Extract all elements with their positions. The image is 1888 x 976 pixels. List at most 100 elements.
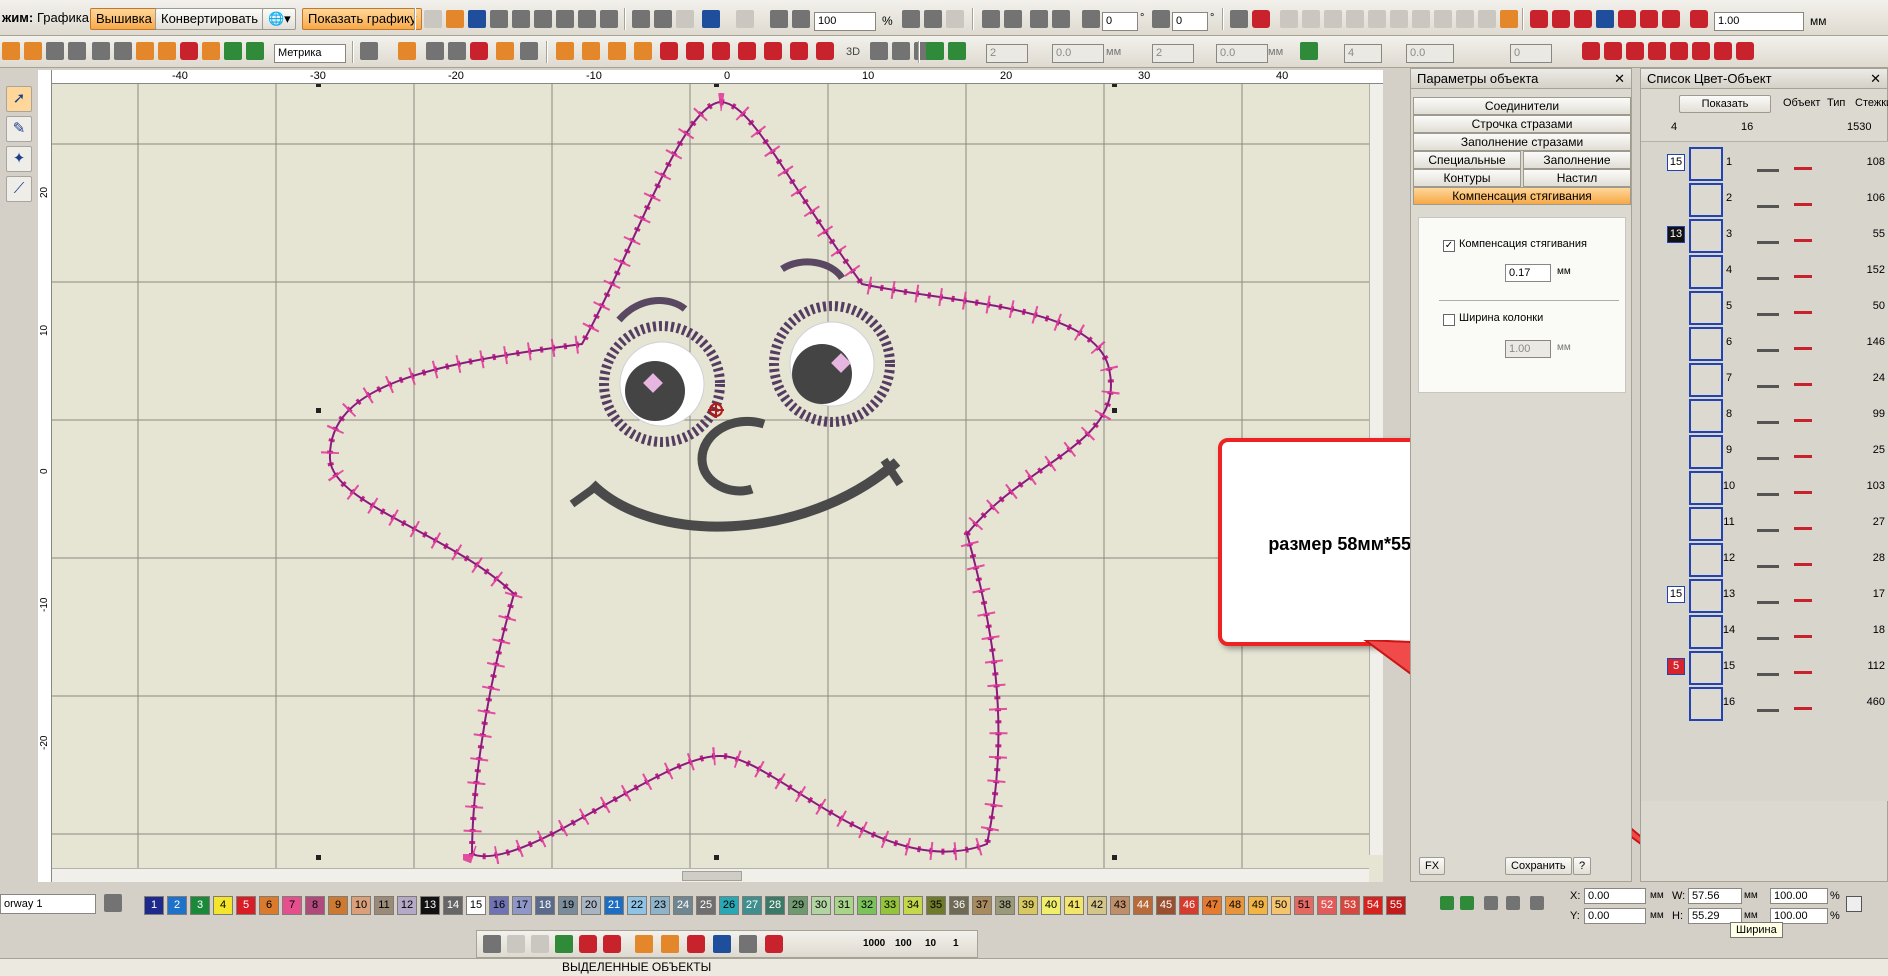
list-item[interactable]: 8 99 xyxy=(1649,398,1887,434)
color-swatch[interactable]: 46 xyxy=(1179,896,1199,915)
color-swatch[interactable]: 34 xyxy=(903,896,923,915)
embroidery-mode-button[interactable]: Вышивка xyxy=(90,8,158,30)
object-thumbnail[interactable] xyxy=(1689,219,1723,253)
color-swatch[interactable]: 26 xyxy=(719,896,739,915)
color-swatch[interactable]: 2 xyxy=(167,896,187,915)
color-tool-icon-1[interactable] xyxy=(1484,896,1498,910)
spacing-input[interactable]: 1.00 xyxy=(1714,12,1804,31)
zoom-icon[interactable] xyxy=(770,10,788,28)
color-tool-icon-3[interactable] xyxy=(1530,896,1544,910)
cut-thread-icon[interactable] xyxy=(579,935,597,953)
cluster-icon-3[interactable] xyxy=(1324,10,1342,28)
effect-input-7[interactable]: 0 xyxy=(1510,44,1552,63)
effect-input-1[interactable]: 2 xyxy=(986,44,1028,63)
stitch-type-icon-2[interactable] xyxy=(582,42,600,60)
color-swatch[interactable]: 45 xyxy=(1156,896,1176,915)
stop-icon[interactable] xyxy=(603,935,621,953)
stitch-play-icon-5[interactable] xyxy=(739,935,757,953)
effect-input-2[interactable]: 0.0 xyxy=(1052,44,1104,63)
format-icon-4[interactable] xyxy=(448,42,466,60)
embroidery-tool-icon-2[interactable] xyxy=(24,42,42,60)
list-item[interactable]: 14 18 xyxy=(1649,614,1887,650)
color-swatch[interactable]: 53 xyxy=(1340,896,1360,915)
save-button[interactable]: Сохранить xyxy=(1505,857,1572,875)
color-swatch[interactable]: 9 xyxy=(328,896,348,915)
outline-icon[interactable] xyxy=(555,935,573,953)
add-color-icon[interactable] xyxy=(1440,896,1454,910)
list-item[interactable]: 10 103 xyxy=(1649,470,1887,506)
stitch-type-icon-13[interactable] xyxy=(892,42,910,60)
embroidery-tool-icon-5[interactable] xyxy=(92,42,110,60)
slant-icon[interactable] xyxy=(1152,10,1170,28)
reshape-tool-icon[interactable]: ✎ xyxy=(6,116,32,142)
embroidery-tool-icon-7[interactable] xyxy=(158,42,176,60)
scroll-thumb[interactable] xyxy=(682,871,742,881)
stitch-type-icon-5[interactable] xyxy=(660,42,678,60)
machine-icon[interactable] xyxy=(556,10,574,28)
zoom-out-icon[interactable] xyxy=(792,10,810,28)
sequence-icon[interactable] xyxy=(483,935,501,953)
embroidery-tool-icon-9[interactable] xyxy=(202,42,220,60)
color-swatch[interactable]: 21 xyxy=(604,896,624,915)
mirror-h-icon[interactable] xyxy=(982,10,1000,28)
object-thumbnail[interactable] xyxy=(1689,435,1723,469)
color-seq-icon-5[interactable] xyxy=(1618,10,1636,28)
color-swatch[interactable]: 14 xyxy=(443,896,463,915)
color-seq-icon-4[interactable] xyxy=(1596,10,1614,28)
step-1000[interactable]: 1000 xyxy=(863,938,885,949)
stitch-play-icon-3[interactable] xyxy=(687,935,705,953)
tab-special[interactable]: Специальные xyxy=(1413,151,1521,169)
color-swatch[interactable]: 3 xyxy=(190,896,210,915)
tab-underlay[interactable]: Настил xyxy=(1523,169,1631,187)
color-swatch[interactable]: 5 xyxy=(236,896,256,915)
list-item[interactable]: 6 146 xyxy=(1649,326,1887,362)
object-thumbnail[interactable] xyxy=(1689,543,1723,577)
grid-icon[interactable] xyxy=(114,42,132,60)
color-swatch[interactable]: 54 xyxy=(1363,896,1383,915)
design-area[interactable] xyxy=(52,84,1383,869)
object-thumbnail[interactable] xyxy=(1689,651,1723,685)
tab-fill[interactable]: Заполнение xyxy=(1523,151,1631,169)
effect-icon-1[interactable] xyxy=(926,42,944,60)
color-swatch[interactable]: 1 xyxy=(144,896,164,915)
stitch-type-icon-11[interactable] xyxy=(816,42,834,60)
format-icon-3[interactable] xyxy=(426,42,444,60)
fill-icon-5[interactable] xyxy=(1670,42,1688,60)
compensation-input[interactable]: 0.17 xyxy=(1505,264,1551,282)
list-item[interactable]: 12 28 xyxy=(1649,542,1887,578)
object-thumbnail[interactable] xyxy=(1689,615,1723,649)
color-swatch[interactable]: 44 xyxy=(1133,896,1153,915)
color-swatch[interactable]: 16 xyxy=(489,896,509,915)
help-button[interactable]: ? xyxy=(1573,857,1592,875)
format-icon-5[interactable] xyxy=(470,42,488,60)
color-swatch[interactable]: 6 xyxy=(259,896,279,915)
color-swatch[interactable]: 11 xyxy=(374,896,394,915)
applique-icon[interactable] xyxy=(507,935,525,953)
color-swatch[interactable]: 43 xyxy=(1110,896,1130,915)
fill-icon-3[interactable] xyxy=(1626,42,1644,60)
stitch-play-icon-1[interactable] xyxy=(635,935,653,953)
rotate-input[interactable]: 0 xyxy=(1102,12,1138,31)
width-input[interactable]: 57.56 xyxy=(1688,888,1742,904)
slant-input[interactable]: 0 xyxy=(1172,12,1208,31)
color-swatch[interactable]: 30 xyxy=(811,896,831,915)
color-group-badge[interactable]: 15 xyxy=(1667,586,1685,603)
zoom-selection-icon[interactable] xyxy=(924,10,942,28)
effect-icon-2[interactable] xyxy=(948,42,966,60)
redo-icon[interactable] xyxy=(736,10,754,28)
cluster-icon-4[interactable] xyxy=(1346,10,1364,28)
embroidery-tool-icon-8[interactable] xyxy=(180,42,198,60)
color-swatch[interactable]: 15 xyxy=(466,896,486,915)
folder-icon[interactable] xyxy=(1500,10,1518,28)
embroidery-tool-icon-6[interactable] xyxy=(136,42,154,60)
color-tool-icon-2[interactable] xyxy=(1506,896,1520,910)
object-thumbnail[interactable] xyxy=(1689,687,1723,721)
color-swatch[interactable]: 52 xyxy=(1317,896,1337,915)
cluster-icon-7[interactable] xyxy=(1412,10,1430,28)
distribute-icon[interactable] xyxy=(1052,10,1070,28)
format-icon-1[interactable] xyxy=(360,42,378,60)
color-swatch[interactable]: 28 xyxy=(765,896,785,915)
3d-label[interactable]: 3D xyxy=(846,46,860,58)
color-swatch[interactable]: 32 xyxy=(857,896,877,915)
color-swatch[interactable]: 8 xyxy=(305,896,325,915)
